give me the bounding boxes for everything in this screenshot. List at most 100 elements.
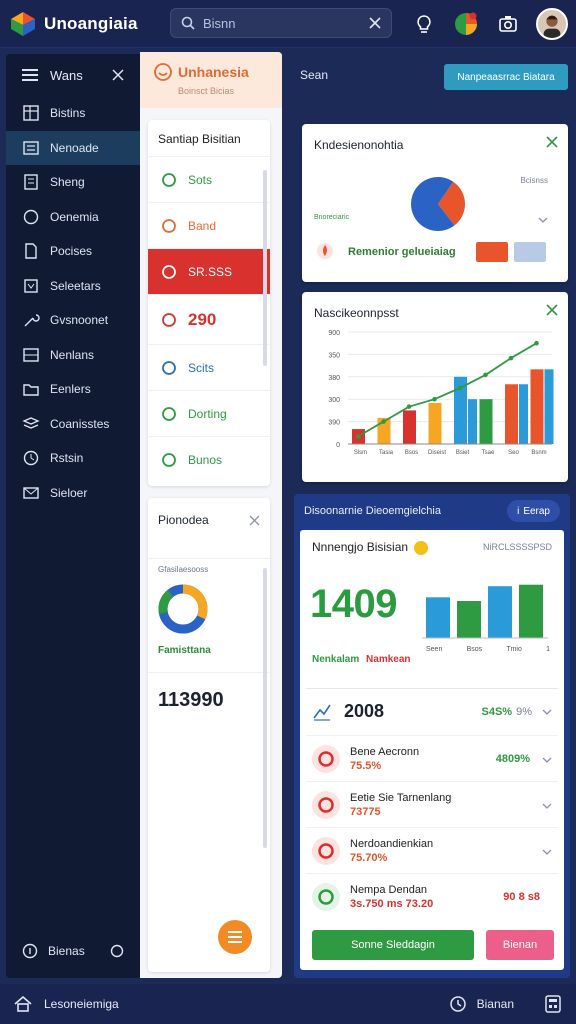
sidebar-item[interactable]: Eenlers [6,372,140,407]
list-item-text: Eetie Sie Tarnenlang 73775 [350,792,530,818]
toggle-icon[interactable] [110,944,124,958]
scrollbar[interactable] [263,170,267,366]
trend-point [457,385,463,391]
sidebar-item[interactable]: Pocises [6,234,140,269]
orange-chip-button[interactable] [476,242,508,262]
dashboard-pill-button[interactable]: i Eerap [507,500,560,522]
document-icon [22,242,40,260]
dashboard-pill-label: Eerap [523,505,550,517]
sidebar-item[interactable]: Coanisstes [6,407,140,442]
list-icon [22,139,40,157]
lightbulb-icon[interactable] [410,10,438,38]
settings-row-label: 290 [188,309,217,329]
menu-icon[interactable] [22,68,38,82]
middle-header-title: Unhanesia [178,64,249,80]
summary-row[interactable]: 2008 S4S% 9% [306,688,558,734]
sidebar-footer[interactable]: Bienas [6,934,140,968]
x-tick-label: Tmio [506,646,522,653]
bar [428,402,442,444]
bar [457,601,481,638]
chart-pie-icon[interactable] [452,10,480,38]
bar [519,384,528,444]
overview-total: 113990 [148,672,270,728]
donut-chart [158,584,208,634]
chevron-down-icon[interactable] [542,796,552,814]
chat-icon [22,208,40,226]
kpi-bar-chart [422,584,548,639]
settings-row[interactable]: SR.SSS [148,248,270,294]
list-item-sub: 75.70% [350,851,388,864]
sidebar-item-label: Sieloer [50,485,88,500]
sidebar-header: Wans [6,54,140,96]
list-item[interactable]: Nerdoandienkian 75.70% [306,827,558,873]
y-tick-label: 380 [328,375,340,382]
blue-chip-button[interactable] [514,242,546,262]
calculator-icon[interactable] [544,995,562,1013]
sidebar-title: Wans [50,67,83,83]
avatar[interactable] [536,8,568,40]
search-placeholder: Bisnn [203,15,236,31]
bar [530,369,544,444]
chevron-down-icon[interactable] [542,709,552,715]
settings-card: Santiap Bisitian Sots Band SR.SSS 290 Scits D… [148,120,270,486]
check-icon[interactable] [546,136,558,148]
x-tick-label: Seen [426,646,443,653]
trend-icon [313,704,331,721]
chevron-down-icon[interactable] [538,210,548,228]
secondary-button[interactable]: Bienan [486,930,554,960]
close-icon[interactable] [546,304,558,316]
confirm-button[interactable]: Sonne Sleddagin [312,930,474,960]
overview-card-header: Pionodea [148,498,270,542]
close-icon[interactable] [112,69,124,81]
chevron-down-icon[interactable] [542,842,552,860]
kpi-title: Nnnengjo Bisisian [312,540,429,555]
sidebar-item[interactable]: Sieloer [6,476,140,511]
home-icon[interactable] [14,996,32,1012]
settings-row[interactable]: Sots [148,156,270,202]
settings-row-label: SR.SSS [188,264,233,279]
sidebar-item[interactable]: Oenemia [6,200,140,235]
mail-icon [22,484,40,502]
bar [505,384,518,444]
sidebar-item[interactable]: Nenoade [6,130,140,165]
chevron-down-icon[interactable] [542,750,552,768]
sidebar-item[interactable]: Sheng [6,165,140,200]
y-tick-label: 390 [328,420,340,427]
settings-row[interactable]: Bunos [148,436,270,482]
sidebar-item[interactable]: Seleetars [6,269,140,304]
list-item-value: 4809% [495,752,530,765]
sidebar-item[interactable]: Nenlans [6,338,140,373]
primary-action-button[interactable]: Nanpeaasrrac Biatara [444,64,568,90]
sidebar-item[interactable]: Bistins [6,96,140,131]
app-logo-icon [10,11,36,37]
x-tick-label: Bsos [466,646,483,653]
camera-icon[interactable] [494,10,522,38]
list-item[interactable]: Nempa Dendan 3s.750 ms 73.20 90 8 s8 [306,873,558,919]
settings-row[interactable]: Dorting [148,390,270,436]
summary-pct: 9% [516,705,532,718]
search-input[interactable]: Bisnn [170,8,392,38]
sidebar-item[interactable]: Rstsin [6,441,140,476]
menu-fab-button[interactable] [218,920,252,954]
y-tick-label: 300 [328,397,340,404]
list-item[interactable]: Bene Aecronn 75.5% 4809% [306,735,558,781]
clock-icon[interactable] [449,995,467,1013]
close-icon[interactable] [369,17,381,29]
report-icon [22,173,40,191]
settings-row[interactable]: Scits [148,344,270,390]
y-tick-label: 0 [336,442,340,449]
pie-small-label: Bcisnss [520,176,548,185]
x-tick-label: Slsm [354,450,367,456]
scrollbar[interactable] [263,568,267,848]
sidebar-item-label: Oenemia [50,209,99,224]
x-tick-label: Tsae [482,450,495,456]
sidebar-item-label: Eenlers [50,382,91,397]
bar [488,586,512,638]
x-tick-label: 1 [546,646,550,653]
close-icon[interactable] [249,515,260,526]
list-item[interactable]: Eetie Sie Tarnenlang 73775 [306,781,558,827]
settings-row[interactable]: 290 [148,294,270,344]
settings-row[interactable]: Band [148,202,270,248]
sidebar-item[interactable]: Gvsnoonet [6,303,140,338]
bar-chart-panel: Nascikeonnpsst 900 350 380 300 390 0 Slsm Tasia… [302,292,568,482]
